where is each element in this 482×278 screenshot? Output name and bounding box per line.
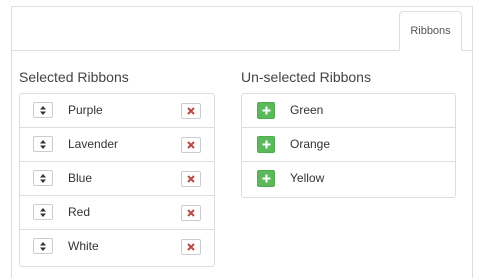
- ribbon-label: Yellow: [290, 171, 325, 185]
- list-item: White: [20, 230, 214, 264]
- remove-ribbon-button[interactable]: [181, 137, 201, 153]
- sort-icon: [40, 106, 46, 115]
- add-ribbon-button[interactable]: [257, 170, 275, 187]
- ribbon-label: Red: [68, 205, 91, 219]
- remove-icon: [187, 107, 195, 115]
- ribbon-label: Purple: [68, 103, 103, 117]
- sort-icon: [40, 208, 46, 217]
- sort-handle-button[interactable]: [33, 170, 53, 186]
- remove-ribbon-button[interactable]: [181, 103, 201, 119]
- remove-icon: [187, 209, 195, 217]
- sort-icon: [40, 140, 46, 149]
- ribbon-label: White: [68, 239, 99, 253]
- list-item: Purple: [20, 94, 214, 128]
- list-item: Green: [242, 94, 455, 128]
- remove-icon: [187, 141, 195, 149]
- remove-icon: [187, 243, 195, 251]
- ribbon-label: Blue: [68, 171, 93, 185]
- tab-ribbons[interactable]: Ribbons: [399, 11, 462, 51]
- list-item: Orange: [242, 128, 455, 162]
- remove-ribbon-button[interactable]: [181, 171, 201, 187]
- selected-ribbons-list: Purple Lavender Blue Red White: [19, 93, 215, 267]
- sort-handle-button[interactable]: [33, 204, 53, 220]
- list-item: Lavender: [20, 128, 214, 162]
- unselected-ribbons-heading: Un-selected Ribbons: [241, 69, 371, 85]
- remove-icon: [187, 175, 195, 183]
- sort-handle-button[interactable]: [33, 136, 53, 152]
- add-ribbon-button[interactable]: [257, 136, 275, 153]
- sort-icon: [40, 242, 46, 251]
- ribbon-label: Orange: [290, 137, 331, 151]
- selected-ribbons-heading: Selected Ribbons: [19, 69, 129, 85]
- sort-icon: [40, 174, 46, 183]
- plus-icon: [262, 140, 270, 149]
- plus-icon: [262, 106, 270, 115]
- ribbon-label: Green: [290, 103, 324, 117]
- remove-ribbon-button[interactable]: [181, 205, 201, 221]
- list-item: Blue: [20, 162, 214, 196]
- add-ribbon-button[interactable]: [257, 102, 275, 119]
- remove-ribbon-button[interactable]: [181, 239, 201, 255]
- unselected-ribbons-list: Green Orange Yellow: [241, 93, 456, 198]
- sort-handle-button[interactable]: [33, 238, 53, 254]
- sort-handle-button[interactable]: [33, 102, 53, 118]
- ribbon-label: Lavender: [68, 137, 119, 151]
- list-item: Red: [20, 196, 214, 230]
- plus-icon: [262, 174, 270, 183]
- tab-bar: Ribbons: [12, 7, 472, 51]
- list-item: Yellow: [242, 162, 455, 196]
